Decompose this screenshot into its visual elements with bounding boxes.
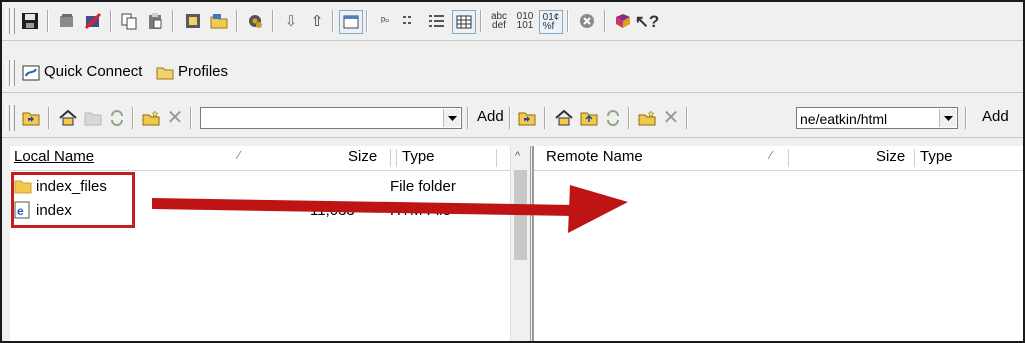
drag-arrow — [152, 185, 628, 233]
ftp-client-window: ⇩ ⇧ ᵖ▫ abc def 010 101 01¢ %f ↖? Quick C… — [0, 0, 1025, 343]
